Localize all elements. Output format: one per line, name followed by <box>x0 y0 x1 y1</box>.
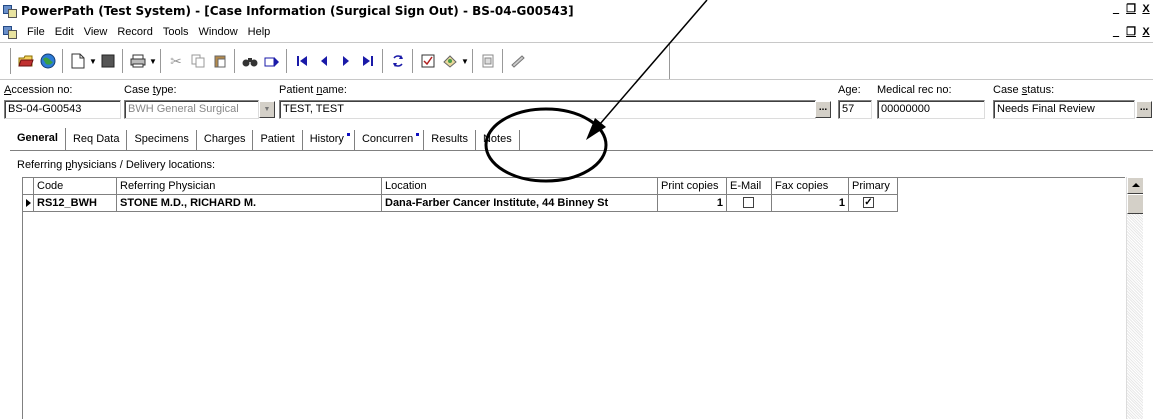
concurrent-marker-icon <box>416 133 420 136</box>
primary-checkbox[interactable]: ✓ <box>863 197 874 208</box>
checklist-icon[interactable] <box>418 50 438 72</box>
menu-record[interactable]: Record <box>112 26 157 38</box>
age-label: Age: <box>838 84 861 96</box>
open-folder-icon[interactable] <box>16 50 36 72</box>
arrow-up-icon <box>1132 183 1140 187</box>
physicians-grid[interactable]: Code Referring Physician Location Print … <box>22 177 1125 419</box>
edit-icon[interactable] <box>508 50 528 72</box>
case-status-button[interactable]: ... <box>1136 101 1152 118</box>
paste-icon[interactable] <box>210 50 230 72</box>
tab-charges[interactable]: Charges <box>197 130 254 150</box>
tab-specimens[interactable]: Specimens <box>127 130 197 150</box>
current-row-indicator-icon[interactable] <box>23 195 34 212</box>
mdi-restore-button[interactable]: ❐ <box>1124 25 1138 40</box>
column-referring-physician[interactable]: Referring Physician <box>117 178 382 195</box>
new-document-icon[interactable] <box>68 50 88 72</box>
print-icon[interactable] <box>128 50 148 72</box>
stamp-dropdown-icon[interactable]: ▼ <box>461 57 469 66</box>
mrn-label: Medical rec no: <box>877 84 952 96</box>
menu-bar: File Edit View Record Tools Window Help … <box>0 22 1153 42</box>
tab-results[interactable]: Results <box>424 130 476 150</box>
case-type-dropdown-icon[interactable]: ▼ <box>259 101 275 118</box>
cell-print-copies[interactable]: 1 <box>658 195 727 212</box>
save-icon[interactable] <box>98 50 118 72</box>
annotation-arrow-head <box>586 118 606 140</box>
tab-strip: General Req Data Specimens Charges Patie… <box>10 126 520 150</box>
stamp-icon[interactable] <box>440 50 460 72</box>
minimize-button[interactable]: _ <box>1109 2 1123 17</box>
tab-req-data[interactable]: Req Data <box>66 130 128 150</box>
tab-concurrent[interactable]: Concurren <box>355 130 425 150</box>
physicians-section-label: Referring physicians / Delivery location… <box>17 159 216 171</box>
accession-field[interactable]: BS-04-G00543 <box>4 100 121 119</box>
tab-patient[interactable]: Patient <box>253 130 303 150</box>
menu-help[interactable]: Help <box>243 26 276 38</box>
scroll-thumb[interactable] <box>1127 194 1144 214</box>
mdi-close-button[interactable]: X <box>1139 25 1153 40</box>
scroll-up-button[interactable] <box>1127 177 1144 194</box>
copy-page-icon[interactable] <box>478 50 498 72</box>
menu-window[interactable]: Window <box>194 26 243 38</box>
toolbar-grip[interactable] <box>8 48 11 74</box>
tab-history[interactable]: History <box>303 130 355 150</box>
title-bar: PowerPath (Test System) - [Case Informat… <box>0 0 1153 22</box>
window-title: PowerPath (Test System) - [Case Informat… <box>21 4 574 18</box>
column-fax-copies[interactable]: Fax copies <box>772 178 849 195</box>
menu-edit[interactable]: Edit <box>50 26 79 38</box>
document-icon[interactable] <box>2 24 18 40</box>
close-button[interactable]: X <box>1139 2 1153 17</box>
refresh-icon[interactable] <box>388 50 408 72</box>
toolbar: ▼ ▼ ✂ ▼ <box>0 42 1153 80</box>
menu-tools[interactable]: Tools <box>158 26 194 38</box>
case-type-field[interactable]: BWH General Surgical <box>124 100 259 119</box>
previous-record-icon[interactable] <box>314 50 334 72</box>
mdi-minimize-button[interactable]: _ <box>1109 25 1123 40</box>
next-record-icon[interactable] <box>336 50 356 72</box>
column-code[interactable]: Code <box>34 178 117 195</box>
column-primary[interactable]: Primary <box>849 178 898 195</box>
copy-icon[interactable] <box>188 50 208 72</box>
cell-code[interactable]: RS12_BWH <box>34 195 117 212</box>
find-next-icon[interactable] <box>262 50 282 72</box>
print-dropdown-icon[interactable]: ▼ <box>149 57 157 66</box>
binoculars-icon[interactable] <box>240 50 260 72</box>
patient-lookup-button[interactable]: ... <box>815 101 831 118</box>
tab-notes[interactable]: Notes <box>476 130 520 150</box>
column-print-copies[interactable]: Print copies <box>658 178 727 195</box>
cut-icon[interactable]: ✂ <box>166 50 186 72</box>
first-record-icon[interactable] <box>292 50 312 72</box>
mrn-field[interactable]: 00000000 <box>877 100 985 119</box>
age-field[interactable]: 57 <box>838 100 872 119</box>
tab-general[interactable]: General <box>10 128 66 150</box>
last-record-icon[interactable] <box>358 50 378 72</box>
column-location[interactable]: Location <box>382 178 658 195</box>
column-email[interactable]: E-Mail <box>727 178 772 195</box>
case-type-label: Case type: <box>124 84 177 96</box>
patient-name-label: Patient name: <box>279 84 347 96</box>
new-dropdown-icon[interactable]: ▼ <box>89 57 97 66</box>
email-checkbox[interactable] <box>743 197 754 208</box>
vertical-scrollbar[interactable] <box>1126 177 1144 419</box>
cell-fax-copies[interactable]: 1 <box>772 195 849 212</box>
case-status-field[interactable]: Needs Final Review <box>993 100 1135 119</box>
history-marker-icon <box>346 133 350 136</box>
app-icon <box>2 3 18 19</box>
menu-file[interactable]: File <box>22 26 50 38</box>
cell-email[interactable] <box>727 195 772 212</box>
menu-view[interactable]: View <box>79 26 113 38</box>
cell-primary[interactable]: ✓ <box>849 195 898 212</box>
cell-location[interactable]: Dana-Farber Cancer Institute, 44 Binney … <box>382 195 658 212</box>
accession-label: Accession no: <box>4 84 73 96</box>
case-status-label: Case status: <box>993 84 1055 96</box>
globe-icon[interactable] <box>38 50 58 72</box>
patient-name-field[interactable]: TEST, TEST <box>279 100 816 119</box>
cell-physician[interactable]: STONE M.D., RICHARD M. <box>117 195 382 212</box>
restore-button[interactable]: ❐ <box>1124 2 1138 17</box>
